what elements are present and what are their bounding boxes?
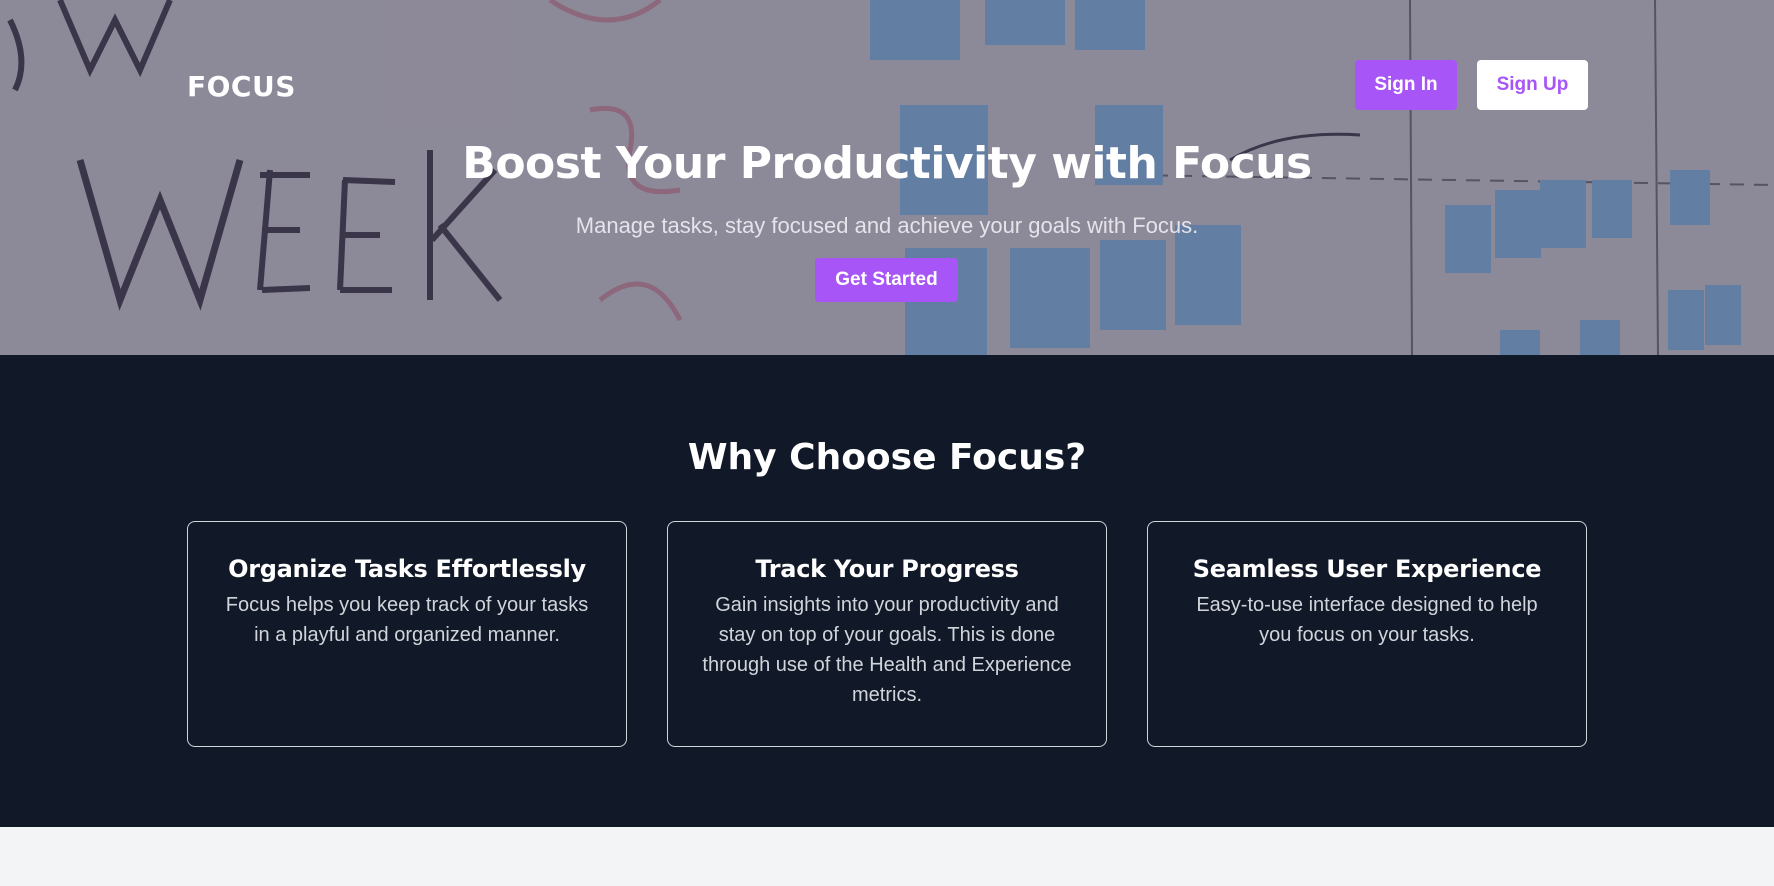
- feature-card-organize: Organize Tasks Effortlessly Focus helps …: [187, 521, 627, 747]
- sign-up-button[interactable]: Sign Up: [1477, 60, 1588, 110]
- hero-title: Boost Your Productivity with Focus: [462, 138, 1312, 189]
- get-started-button[interactable]: Get Started: [815, 258, 958, 302]
- hero-subtitle: Manage tasks, stay focused and achieve y…: [575, 213, 1199, 238]
- feature-card-text: Gain insights into your productivity and…: [702, 594, 1072, 706]
- sign-in-button[interactable]: Sign In: [1355, 60, 1457, 110]
- hero-section: FOCUS Sign In Sign Up Boost Your Product…: [0, 0, 1774, 355]
- brand-logo[interactable]: FOCUS: [187, 70, 296, 103]
- features-section: Why Choose Focus? Organize Tasks Effortl…: [0, 355, 1774, 827]
- footer-strip: [0, 827, 1774, 886]
- feature-card-title: Organize Tasks Effortlessly: [228, 555, 586, 583]
- feature-card-title: Track Your Progress: [755, 555, 1019, 583]
- feature-card-text: Easy-to-use interface designed to help y…: [1196, 594, 1538, 646]
- feature-card-user-experience: Seamless User Experience Easy-to-use int…: [1147, 521, 1587, 747]
- feature-card-text: Focus helps you keep track of your tasks…: [225, 594, 589, 646]
- features-title: Why Choose Focus?: [687, 437, 1087, 478]
- feature-card-title: Seamless User Experience: [1192, 555, 1542, 583]
- feature-card-track-progress: Track Your Progress Gain insights into y…: [667, 521, 1107, 747]
